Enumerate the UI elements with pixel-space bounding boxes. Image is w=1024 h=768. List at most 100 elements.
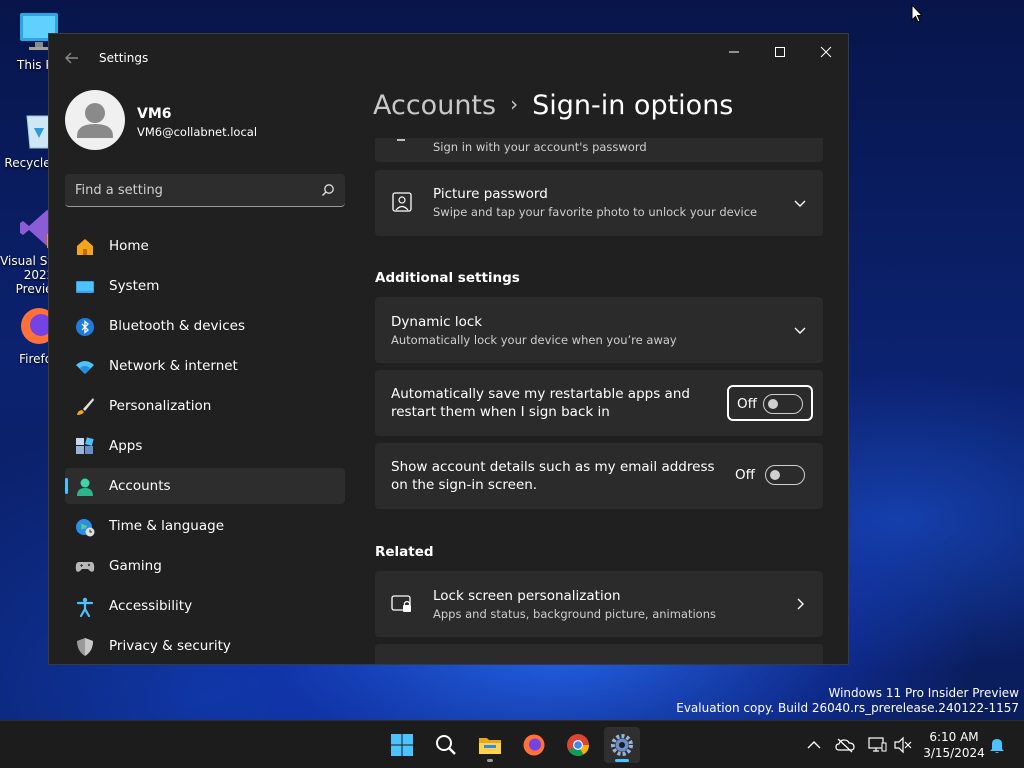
sidebar-item-bluetooth[interactable]: Bluetooth & devices [65, 308, 345, 344]
toggle-knob [768, 399, 778, 409]
title-bar[interactable]: Settings [49, 34, 848, 82]
bluetooth-icon [76, 318, 94, 336]
minimize-icon [729, 51, 739, 53]
sidebar-item-gaming[interactable]: Gaming [65, 548, 345, 584]
dynamic-lock-card[interactable]: Dynamic lock Automatically lock your dev… [375, 297, 823, 363]
sidebar-item-label: Accessibility [109, 598, 193, 614]
toggle-state-label: Off [735, 467, 755, 483]
shield-icon [77, 638, 93, 656]
wifi-icon [76, 361, 94, 374]
sidebar-item-label: Privacy & security [109, 638, 231, 654]
taskbar-settings[interactable] [604, 727, 640, 763]
accessibility-icon [76, 597, 94, 617]
sidebar-item-label: Time & language [109, 518, 225, 534]
start-button[interactable] [384, 727, 420, 763]
sidebar-item-privacy[interactable]: Privacy & security [65, 628, 345, 664]
sidebar-item-label: Accounts [109, 478, 171, 494]
account-details-toggle[interactable] [765, 465, 805, 485]
sidebar-item-network[interactable]: Network & internet [65, 348, 345, 384]
close-icon [820, 46, 832, 58]
breadcrumb-separator: › [510, 92, 519, 116]
chrome-icon [567, 734, 589, 756]
restart-apps-text: Automatically save my restartable apps a… [391, 386, 690, 420]
sidebar-item-label: Personalization [109, 398, 212, 414]
minimize-button[interactable] [711, 38, 757, 70]
selection-indicator [65, 478, 68, 494]
picture-icon [392, 192, 412, 212]
watermark-edition: Windows 11 Pro Insider Preview [828, 686, 1019, 700]
password-card[interactable]: Sign in with your account's password [375, 138, 823, 162]
next-related-card[interactable] [375, 644, 823, 664]
chevron-down-icon[interactable] [793, 196, 807, 210]
restart-apps-toggle[interactable] [763, 394, 803, 414]
page-title: Sign-in options [532, 90, 734, 121]
sidebar-item-accessibility[interactable]: Accessibility [65, 588, 345, 624]
breadcrumb-parent[interactable]: Accounts [373, 90, 496, 121]
sidebar-item-label: Bluetooth & devices [109, 318, 246, 334]
search-box[interactable] [65, 174, 345, 207]
window-title: Settings [99, 51, 149, 65]
sidebar-item-personalization[interactable]: Personalization [65, 388, 345, 424]
account-details-toggle-group[interactable]: Off [727, 458, 813, 494]
taskbar: 6:10 AM 3/15/2024 [0, 720, 1024, 768]
related-header: Related [375, 544, 434, 560]
sidebar-item-label: System [109, 278, 160, 294]
clock-time: 6:10 AM [929, 730, 979, 744]
system-icon [76, 281, 94, 293]
lock-screen-card[interactable]: Lock screen personalization Apps and sta… [375, 571, 823, 637]
brush-icon [77, 398, 94, 415]
picture-password-title: Picture password [433, 186, 548, 202]
close-button[interactable] [803, 38, 848, 70]
system-clock[interactable]: 6:10 AM 3/15/2024 [918, 729, 990, 761]
taskbar-chrome[interactable] [560, 727, 596, 763]
sidebar-item-home[interactable]: Home [65, 228, 345, 264]
notification-bell-icon[interactable] [987, 735, 1007, 755]
globe-clock-icon [76, 519, 95, 537]
firefox-icon [523, 734, 545, 756]
user-avatar-icon [77, 103, 113, 138]
start-icon [391, 734, 413, 756]
maximize-icon [775, 47, 785, 57]
chevron-down-icon[interactable] [793, 323, 807, 337]
gamepad-icon [75, 562, 95, 572]
user-name: VM6 [137, 106, 172, 122]
account-details-text: Show account details such as my email ad… [391, 459, 715, 493]
taskbar-file-explorer[interactable] [472, 727, 508, 763]
lock-screen-title: Lock screen personalization [433, 588, 621, 604]
network-icon[interactable] [867, 735, 887, 755]
settings-icon [611, 734, 633, 756]
additional-settings-header: Additional settings [375, 270, 520, 286]
user-email: VM6@collabnet.local [137, 125, 258, 139]
sidebar-item-time-language[interactable]: Time & language [65, 508, 345, 544]
running-indicator [615, 759, 629, 762]
mouse-cursor-icon [911, 4, 923, 23]
back-arrow-icon [65, 52, 78, 64]
restart-apps-toggle-group[interactable]: Off [727, 385, 813, 421]
search-input[interactable] [75, 174, 310, 206]
maximize-button[interactable] [757, 38, 803, 70]
taskbar-firefox[interactable] [516, 727, 552, 763]
taskbar-search-button[interactable] [428, 727, 464, 763]
onedrive-icon[interactable] [835, 735, 855, 755]
key-icon [397, 139, 405, 141]
sidebar-item-accounts[interactable]: Accounts [65, 468, 345, 504]
sidebar-item-system[interactable]: System [65, 268, 345, 304]
picture-password-card[interactable]: Picture password Swipe and tap your favo… [375, 170, 823, 236]
windows-watermark: Windows 11 Pro Insider Preview Evaluatio… [676, 686, 1019, 716]
sidebar-item-apps[interactable]: Apps [65, 428, 345, 464]
volume-muted-icon[interactable] [893, 735, 913, 755]
sidebar-item-label: Home [109, 238, 149, 254]
lock-screen-icon [391, 595, 411, 612]
search-icon [436, 735, 456, 755]
back-button[interactable] [61, 48, 83, 68]
chevron-right-icon[interactable] [793, 597, 807, 611]
file-explorer-icon [479, 738, 501, 754]
chevron-up-icon[interactable] [804, 735, 824, 755]
apps-icon [76, 437, 94, 454]
sidebar-item-label: Network & internet [109, 358, 238, 374]
avatar[interactable] [65, 90, 125, 150]
clock-date: 3/15/2024 [923, 746, 985, 760]
dynamic-lock-title: Dynamic lock [391, 314, 483, 330]
toggle-knob [770, 470, 780, 480]
content-pane[interactable]: Sign in with your account's password Pic… [375, 138, 823, 664]
